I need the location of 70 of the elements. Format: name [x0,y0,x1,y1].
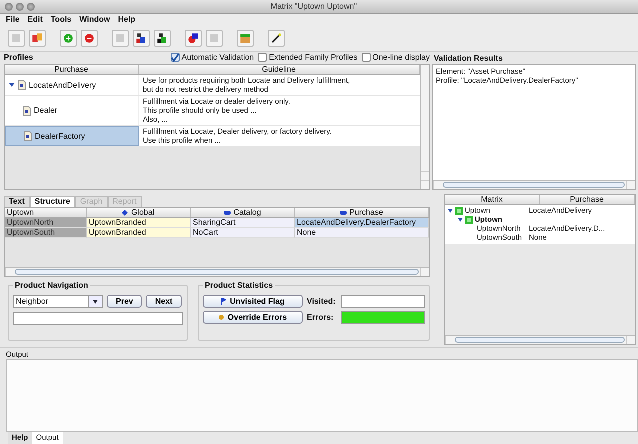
table-cell[interactable]: NoCart [191,228,295,238]
checkbox-label: Automatic Validation [182,53,254,62]
dropdown-arrow-icon [93,300,98,304]
section-title: Product Statistics [204,281,274,290]
table-cell[interactable]: None [295,228,429,238]
section-title: Product Navigation [14,281,90,290]
column-header-text: Purchase [350,208,384,217]
add-icon[interactable] [60,30,77,47]
wand-icon[interactable] [268,30,285,47]
dropdown[interactable]: Neighbor [13,295,103,308]
flag-icon [221,298,226,305]
field-label: Errors: [307,313,335,322]
column-header: Matrix [445,195,540,204]
window-title: Matrix "Uptown Uptown" [270,2,358,11]
checkbox-label: One-line display [372,53,430,62]
scrollbar[interactable] [445,335,635,344]
table-cell[interactable]: UptownBranded [87,218,191,228]
column-header: Purchase [5,65,139,74]
nav-button[interactable]: Prev [107,295,142,308]
profile-name[interactable]: DealerFactory [35,132,86,140]
dot-icon [218,315,224,320]
menu-item[interactable]: Window [80,15,110,25]
document-icon [24,131,32,141]
profile-name[interactable]: LocateAndDelivery [29,80,96,90]
column-header-text: Global [131,208,155,217]
grid-icon[interactable] [237,30,254,47]
figure-icon[interactable] [133,30,150,47]
table-cell[interactable]: UptownBranded [87,228,191,238]
table-cell[interactable]: SharingCart [191,218,295,228]
blank-icon[interactable] [8,30,25,47]
section-title: Validation Results [433,53,504,63]
expanded-arrow-icon[interactable] [448,208,453,213]
dash-icon [224,210,231,214]
expanded-arrow-icon[interactable] [458,217,463,222]
shapes-icon[interactable] [185,30,202,47]
diamond-icon [122,210,128,216]
section-title: Profiles [3,52,34,64]
profile-name[interactable]: Dealer [34,106,58,115]
stats-button[interactable]: Override Errors [203,311,303,324]
checkbox[interactable] [362,53,371,62]
text-field[interactable] [13,312,183,325]
scrollbar[interactable] [420,65,429,189]
tab[interactable]: Structure [30,196,76,207]
menu-item[interactable]: Edit [28,15,43,25]
menu-item[interactable]: Help [118,15,136,25]
table-cell[interactable]: LocateAndDelivery.DealerFactory [295,218,429,228]
document-icon [23,106,31,116]
checkbox-label: Extended Family Profiles [269,53,358,62]
column-header-text: Catalog [234,208,262,217]
figure-icon[interactable] [154,30,171,47]
column-header-text: Uptown [7,208,34,217]
expanded-arrow-icon[interactable] [9,82,15,88]
row-header: UptownSouth [5,228,87,238]
scrollbar[interactable] [5,267,429,276]
row-header: UptownNorth [5,218,87,228]
checkbox[interactable] [258,53,268,62]
scrollbar[interactable] [433,180,635,189]
field-label: Visited: [307,297,337,306]
cards-icon[interactable] [29,30,46,47]
dash-icon [340,210,347,214]
checkbox[interactable] [170,53,180,62]
menu-item[interactable]: File [6,15,20,25]
check-icon [171,54,180,62]
remove-icon[interactable] [81,30,98,47]
stats-button[interactable]: Unvisited Flag [203,295,303,308]
column-header: Purchase [540,195,635,204]
tab[interactable]: Text [4,196,30,207]
menu-item[interactable]: Tools [50,15,72,25]
nav-button[interactable]: Next [146,295,182,308]
document-icon [18,80,26,90]
